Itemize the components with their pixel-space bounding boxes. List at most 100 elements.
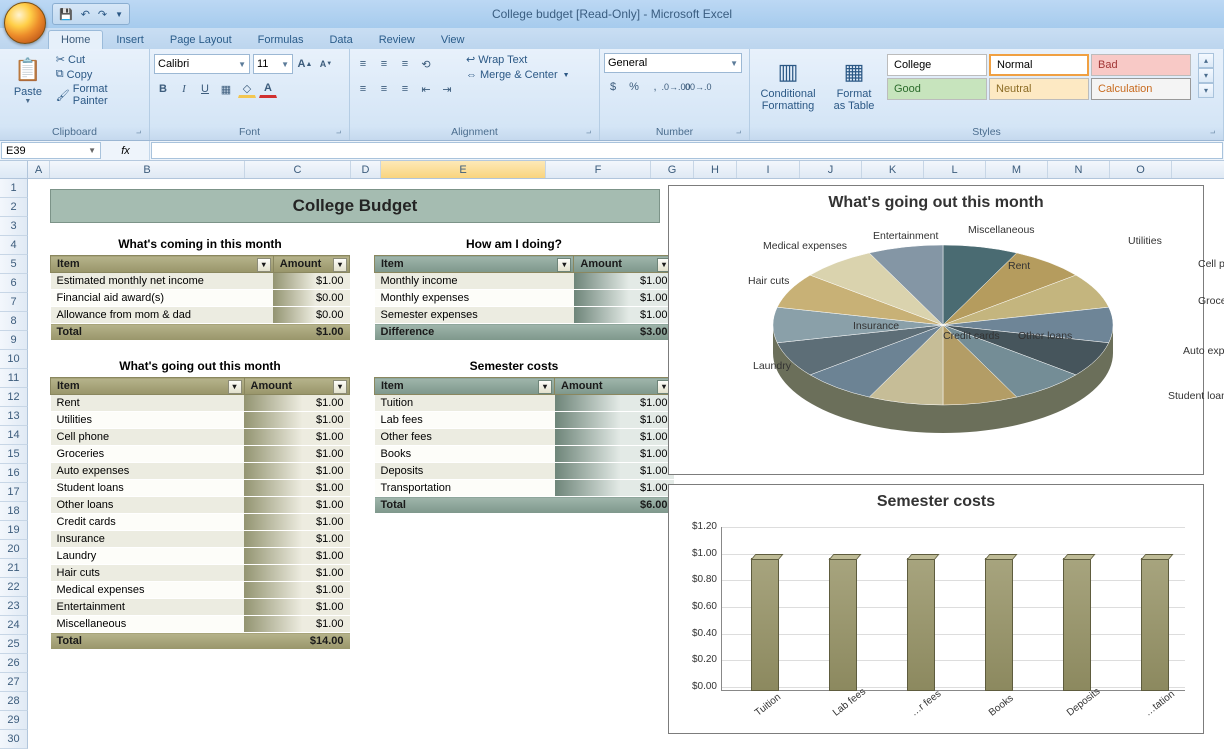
align-middle-icon[interactable]: ≡ [375, 55, 393, 73]
tab-review[interactable]: Review [366, 30, 428, 49]
align-top-icon[interactable]: ≡ [354, 55, 372, 73]
tab-view[interactable]: View [428, 30, 478, 49]
cell[interactable]: Credit cards [51, 514, 245, 531]
align-center-icon[interactable]: ≡ [375, 80, 393, 98]
cell[interactable]: $0.00 [273, 307, 349, 324]
row-header-16[interactable]: 16 [0, 464, 28, 483]
format-painter-button[interactable]: 🖌Format Painter [56, 83, 145, 107]
cell[interactable]: $1.00 [244, 446, 350, 463]
col-header[interactable]: Item▾ [375, 378, 555, 395]
filter-icon[interactable]: ▾ [538, 380, 552, 394]
cell[interactable]: $1.00 [244, 395, 350, 412]
filter-icon[interactable]: ▾ [228, 380, 242, 394]
select-all-corner[interactable] [0, 161, 28, 178]
cell[interactable]: $1.00 [273, 273, 349, 290]
cell[interactable]: $1.00 [244, 514, 350, 531]
cell[interactable]: $1.00 [244, 412, 350, 429]
cell[interactable]: $1.00 [555, 446, 674, 463]
tab-formulas[interactable]: Formulas [245, 30, 317, 49]
row-header-21[interactable]: 21 [0, 559, 28, 578]
col-header-M[interactable]: M [986, 161, 1048, 178]
cell[interactable]: Monthly income [375, 273, 574, 290]
cell[interactable]: $1.00 [244, 565, 350, 582]
orientation-icon[interactable]: ⟲ [417, 55, 435, 73]
qat-dropdown-icon[interactable]: ▼ [115, 10, 123, 19]
save-icon[interactable]: 💾 [59, 8, 73, 21]
col-header-I[interactable]: I [737, 161, 800, 178]
cell[interactable]: Miscellaneous [51, 616, 245, 633]
row-header-9[interactable]: 9 [0, 331, 28, 350]
cell[interactable]: Total [51, 633, 245, 650]
cell[interactable]: Deposits [375, 463, 555, 480]
cell[interactable]: Total [375, 497, 555, 514]
tab-home[interactable]: Home [48, 30, 103, 49]
cell[interactable]: $14.00 [244, 633, 350, 650]
row-header-1[interactable]: 1 [0, 179, 28, 198]
row-header-17[interactable]: 17 [0, 483, 28, 502]
cell[interactable]: Books [375, 446, 555, 463]
align-left-icon[interactable]: ≡ [354, 80, 372, 98]
office-button[interactable] [4, 2, 46, 44]
cell[interactable]: $1.00 [555, 480, 674, 497]
underline-icon[interactable]: U [196, 80, 214, 98]
formula-input[interactable] [151, 142, 1223, 159]
fx-button[interactable]: fx [102, 141, 150, 160]
col-header-H[interactable]: H [694, 161, 737, 178]
cell[interactable]: $1.00 [273, 324, 349, 341]
filter-icon[interactable]: ▾ [333, 258, 347, 272]
row-header-23[interactable]: 23 [0, 597, 28, 616]
filter-icon[interactable]: ▾ [557, 258, 571, 272]
cell[interactable]: Laundry [51, 548, 245, 565]
tab-insert[interactable]: Insert [103, 30, 157, 49]
cell[interactable]: Allowance from mom & dad [51, 307, 274, 324]
cell[interactable]: Transportation [375, 480, 555, 497]
row-header-20[interactable]: 20 [0, 540, 28, 559]
filter-icon[interactable]: ▾ [257, 258, 271, 272]
row-header-26[interactable]: 26 [0, 654, 28, 673]
col-header[interactable]: Item▾ [51, 378, 245, 395]
row-header-10[interactable]: 10 [0, 350, 28, 369]
cell[interactable]: Tuition [375, 395, 555, 412]
grow-font-icon[interactable]: A▲ [296, 55, 314, 73]
cell[interactable]: Auto expenses [51, 463, 245, 480]
cell[interactable]: $1.00 [244, 548, 350, 565]
cell[interactable]: Lab fees [375, 412, 555, 429]
cell[interactable]: Semester expenses [375, 307, 574, 324]
fill-color-icon[interactable]: ◇ [238, 80, 256, 98]
cell[interactable]: Monthly expenses [375, 290, 574, 307]
row-header-18[interactable]: 18 [0, 502, 28, 521]
row-header-25[interactable]: 25 [0, 635, 28, 654]
align-right-icon[interactable]: ≡ [396, 80, 414, 98]
col-header[interactable]: Item▾ [51, 256, 274, 273]
dec-decimal-icon[interactable]: .00→.0 [688, 78, 706, 96]
sheet-body[interactable]: College Budget What's coming in this mon… [28, 179, 1224, 750]
shrink-font-icon[interactable]: A▼ [317, 55, 335, 73]
cell[interactable]: $1.00 [244, 599, 350, 616]
col-header-F[interactable]: F [546, 161, 651, 178]
col-header-B[interactable]: B [50, 161, 245, 178]
indent-more-icon[interactable]: ⇥ [438, 80, 456, 98]
cell[interactable]: Difference [375, 324, 574, 341]
align-bottom-icon[interactable]: ≡ [396, 55, 414, 73]
col-header-J[interactable]: J [800, 161, 862, 178]
style-normal[interactable]: Normal [989, 54, 1089, 76]
col-header-E[interactable]: E [381, 161, 546, 178]
row-header-7[interactable]: 7 [0, 293, 28, 312]
cell[interactable]: $1.00 [244, 582, 350, 599]
tab-data[interactable]: Data [316, 30, 365, 49]
styles-scroll[interactable]: ▴▾▾ [1198, 53, 1214, 98]
cell-styles-gallery[interactable]: College Normal Bad Good Neutral Calculat… [886, 53, 1192, 101]
col-header-K[interactable]: K [862, 161, 924, 178]
cell[interactable]: Student loans [51, 480, 245, 497]
cell[interactable]: Utilities [51, 412, 245, 429]
row-header-2[interactable]: 2 [0, 198, 28, 217]
row-header-4[interactable]: 4 [0, 236, 28, 255]
cell[interactable]: $1.00 [244, 497, 350, 514]
cell[interactable]: Financial aid award(s) [51, 290, 274, 307]
indent-less-icon[interactable]: ⇤ [417, 80, 435, 98]
font-size-combo[interactable]: 11▼ [253, 54, 293, 74]
row-header-22[interactable]: 22 [0, 578, 28, 597]
cell[interactable]: Cell phone [51, 429, 245, 446]
style-college[interactable]: College [887, 54, 987, 76]
style-calculation[interactable]: Calculation [1091, 78, 1191, 100]
